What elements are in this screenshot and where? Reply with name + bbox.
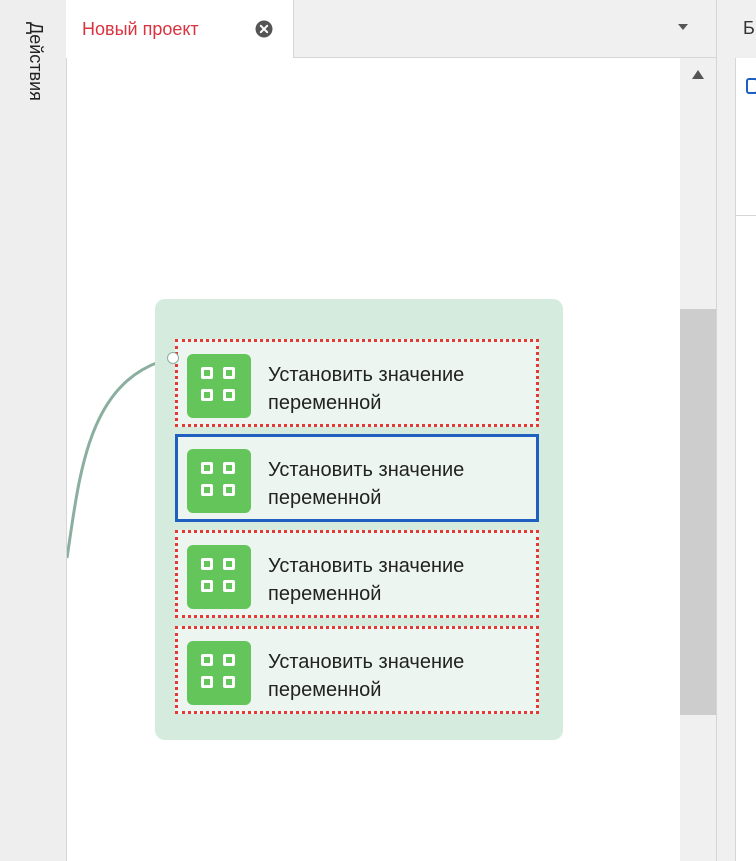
- arrow-up-icon[interactable]: [691, 68, 705, 80]
- action-block[interactable]: Установить значение переменной: [175, 626, 539, 714]
- divider: [736, 215, 756, 216]
- grid-icon: [187, 545, 251, 609]
- right-panel: Бр: [716, 0, 756, 861]
- input-connection-pin[interactable]: [167, 352, 179, 364]
- action-group[interactable]: Установить значение переменной Установит…: [155, 299, 563, 740]
- grid-icon: [187, 449, 251, 513]
- left-rail: Действия: [0, 0, 67, 861]
- project-canvas[interactable]: Установить значение переменной Установит…: [67, 58, 680, 861]
- close-circle-icon[interactable]: [255, 20, 273, 38]
- action-label: Установить значение переменной: [268, 651, 465, 701]
- tab-title: Новый проект: [82, 19, 199, 39]
- document-icon[interactable]: [746, 78, 756, 94]
- grid-icon: [187, 641, 251, 705]
- tab-new-project[interactable]: Новый проект: [66, 0, 294, 58]
- grid-icon: [187, 354, 251, 418]
- vertical-scrollbar[interactable]: [680, 58, 716, 861]
- action-label: Установить значение переменной: [268, 555, 465, 605]
- action-block[interactable]: Установить значение переменной: [175, 339, 539, 427]
- right-panel-tab[interactable]: Бр: [743, 18, 756, 39]
- action-block[interactable]: Установить значение переменной: [175, 530, 539, 618]
- action-block-selected[interactable]: Установить значение переменной: [175, 434, 539, 522]
- action-label: Установить значение переменной: [268, 459, 465, 509]
- action-label: Установить значение переменной: [268, 364, 465, 414]
- chevron-down-icon[interactable]: [676, 20, 690, 34]
- right-panel-content: [735, 58, 756, 861]
- document-tabstrip: Новый проект: [66, 0, 719, 58]
- scrollbar-thumb[interactable]: [680, 309, 716, 715]
- app-window: Действия Новый проект Установить значени…: [0, 0, 756, 861]
- actions-panel-tab[interactable]: Действия: [20, 22, 50, 132]
